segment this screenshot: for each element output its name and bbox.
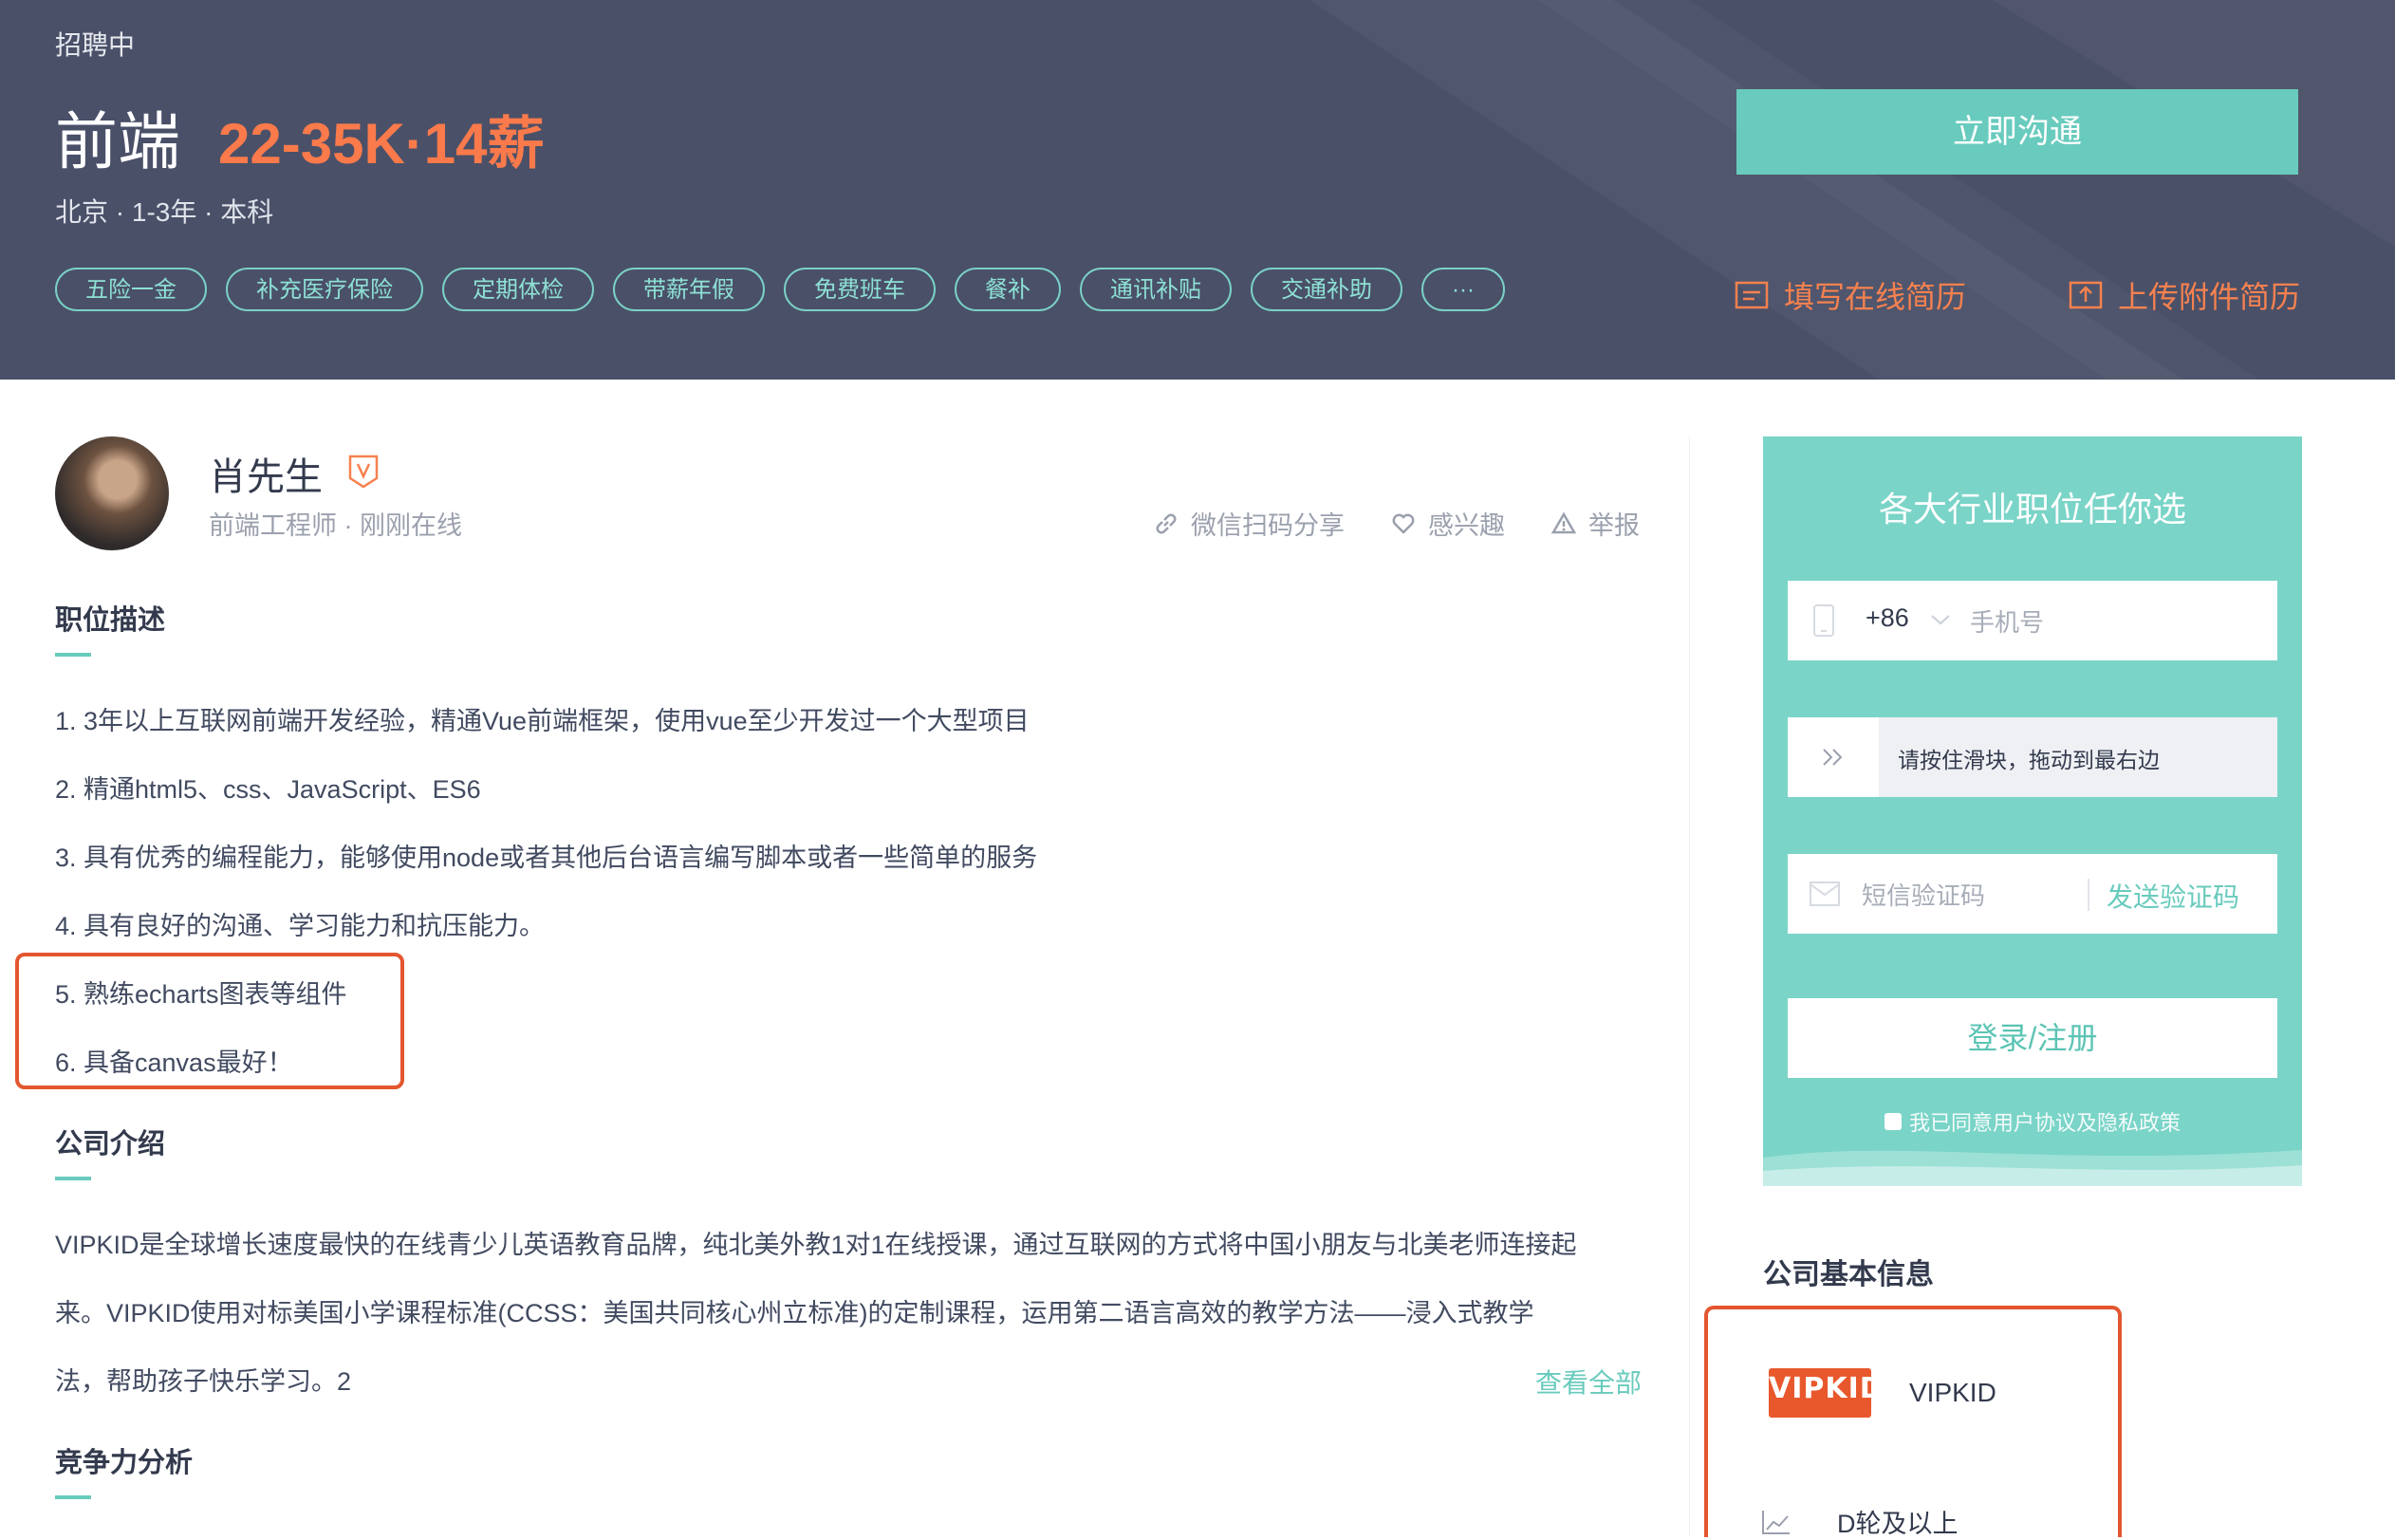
report-button[interactable]: 举报	[1550, 505, 1640, 542]
phone-placeholder: 手机号	[1970, 608, 2045, 637]
warning-icon	[1550, 511, 1577, 533]
benefit-tag: 餐补	[955, 268, 1061, 311]
job-meta: 北京 · 1-3年 · 本科	[55, 197, 274, 227]
field-separator	[2088, 879, 2089, 911]
phone-input[interactable]: +86 手机号	[1788, 581, 2277, 660]
share-label: 微信扫码分享	[1191, 511, 1345, 540]
chat-now-button[interactable]: 立即沟通	[1736, 89, 2298, 175]
send-code-button[interactable]: 发送验证码	[2107, 877, 2239, 915]
upload-icon	[2069, 281, 2103, 309]
agreement-checkbox[interactable]	[1884, 1113, 1902, 1130]
company-intro-text: 法，帮助孩子快乐学习。2	[55, 1367, 352, 1396]
card-wave-decoration	[1763, 1150, 2302, 1186]
benefit-tag: 通讯补贴	[1080, 268, 1232, 311]
slider-captcha[interactable]: 请按住滑块，拖动到最右边	[1788, 717, 2277, 797]
interest-label: 感兴趣	[1428, 511, 1505, 540]
mobile-phone-icon	[1813, 604, 1834, 637]
upload-resume-label: 上传附件简历	[2118, 280, 2301, 314]
benefit-tag: 补充医疗保险	[226, 268, 423, 311]
more-tags-button[interactable]: ···	[1421, 268, 1505, 311]
recruiter-name: 肖先生	[209, 456, 323, 498]
annotation-highlight-box	[1704, 1306, 2122, 1537]
benefit-tag: 交通补助	[1251, 268, 1402, 311]
sms-code-input[interactable]: 短信验证码 发送验证码	[1788, 854, 2277, 934]
annotation-highlight-box	[15, 953, 404, 1089]
slider-handle[interactable]	[1788, 717, 1879, 797]
section-underline	[55, 653, 91, 657]
interest-button[interactable]: 感兴趣	[1390, 505, 1505, 542]
job-banner: 招聘中 前端 22-35K·14薪 北京 · 1-3年 · 本科 五险一金 补充…	[0, 0, 2395, 380]
wechat-share-button[interactable]: 微信扫码分享	[1153, 505, 1345, 542]
company-info-heading: 公司基本信息	[1763, 1259, 1934, 1290]
fill-resume-label: 填写在线简历	[1784, 280, 1967, 314]
section-underline	[55, 1495, 91, 1499]
description-line: 3. 具有优秀的编程能力，能够使用node或者其他后台语言编写脚本或者一些简单的…	[55, 844, 1038, 872]
recruiter-title-status: 前端工程师 · 刚刚在线	[209, 511, 462, 540]
login-register-button[interactable]: 登录/注册	[1788, 998, 2277, 1078]
login-card-title: 各大行业职位任你选	[1878, 490, 2186, 529]
link-icon	[1156, 513, 1177, 533]
mail-icon	[1810, 881, 1840, 906]
competitiveness-heading: 竞争力分析	[55, 1448, 194, 1478]
sms-placeholder: 短信验证码	[1862, 881, 1986, 910]
view-all-link[interactable]: 查看全部	[1535, 1363, 1642, 1401]
benefit-tag: 免费班车	[784, 268, 936, 311]
description-line: 1. 3年以上互联网前端开发经验，精通Vue前端框架，使用vue至少开发过一个大…	[55, 707, 1030, 735]
job-actions: 微信扫码分享 感兴趣 举报	[1107, 505, 1640, 542]
benefit-tag: 定期体检	[442, 268, 594, 311]
banner-decoration	[1993, 0, 2395, 247]
heart-icon	[1392, 513, 1415, 534]
benefit-tags: 五险一金 补充医疗保险 定期体检 带薪年假 免费班车 餐补 通讯补贴 交通补助 …	[55, 268, 1524, 311]
upload-resume-link[interactable]: 上传附件简历	[2069, 273, 2300, 317]
benefit-tag: 五险一金	[55, 268, 207, 311]
section-underline	[55, 1177, 91, 1180]
login-card: 各大行业职位任你选 +86 手机号 请按住滑块，拖动到最右边 短信验证码 发送验…	[1763, 436, 2302, 1186]
benefit-tag: 带薪年假	[613, 268, 765, 311]
slider-hint: 请按住滑块，拖动到最右边	[1898, 748, 2160, 772]
column-divider	[1689, 436, 1690, 1537]
job-title: 前端	[55, 106, 180, 176]
description-line: 4. 具有良好的沟通、学习能力和抗压能力。	[55, 912, 546, 940]
verified-badge-icon	[348, 455, 379, 489]
recruiter-avatar	[55, 436, 169, 550]
double-chevron-right-icon	[1823, 749, 1843, 766]
country-code-select[interactable]: +86	[1866, 603, 1909, 633]
salary: 22-35K·14薪	[218, 112, 545, 176]
resume-form-icon	[1735, 281, 1769, 309]
job-title-row: 前端 22-35K·14薪	[55, 91, 545, 182]
hiring-status: 招聘中	[55, 30, 136, 60]
description-line: 2. 精通html5、css、JavaScript、ES6	[55, 775, 481, 804]
fill-resume-link[interactable]: 填写在线简历	[1735, 273, 1966, 317]
chevron-down-icon	[1931, 615, 1950, 625]
company-intro-text: 来。VIPKID使用对标美国小学课程标准(CCSS：美国共同核心州立标准)的定制…	[55, 1299, 1534, 1327]
report-label: 举报	[1588, 511, 1640, 540]
company-intro-text: VIPKID是全球增长速度最快的在线青少儿英语教育品牌，纯北美外教1对1在线授课…	[55, 1231, 1577, 1259]
job-description-heading: 职位描述	[55, 605, 166, 636]
company-intro-heading: 公司介绍	[55, 1129, 166, 1160]
